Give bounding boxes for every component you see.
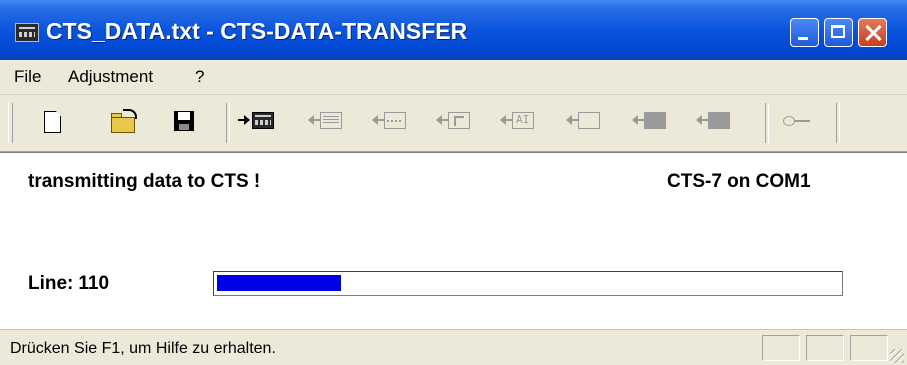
new-document-button[interactable] bbox=[36, 109, 68, 137]
receive-ai-button[interactable] bbox=[500, 109, 534, 137]
status-pane bbox=[806, 335, 844, 361]
toolbar-grip[interactable] bbox=[8, 103, 13, 143]
menu-help[interactable]: ? bbox=[195, 67, 204, 87]
maximize-button[interactable] bbox=[824, 18, 853, 47]
receive-signal-button[interactable] bbox=[372, 109, 406, 137]
open-file-button[interactable] bbox=[108, 109, 140, 137]
menu-bar: File Adjustment ? bbox=[0, 60, 907, 95]
menu-file[interactable]: File bbox=[14, 67, 41, 87]
key-button[interactable] bbox=[780, 109, 812, 137]
send-block-button[interactable] bbox=[632, 109, 666, 137]
transfer-panel: transmitting data to CTS ! CTS-7 on COM1… bbox=[0, 152, 907, 329]
status-bar-text: Drücken Sie F1, um Hilfe zu erhalten. bbox=[10, 340, 276, 357]
progress-bar bbox=[213, 271, 843, 296]
progress-fill bbox=[217, 275, 341, 291]
toolbar-separator bbox=[226, 103, 230, 143]
window-title: CTS_DATA.txt - CTS-DATA-TRANSFER bbox=[46, 18, 468, 44]
key-icon bbox=[783, 116, 810, 126]
receive-empty-button[interactable] bbox=[566, 109, 600, 137]
send-to-device-button[interactable] bbox=[238, 109, 274, 137]
toolbar-separator bbox=[765, 103, 769, 143]
line-label: Line: bbox=[28, 273, 74, 294]
receive-from-device-button[interactable] bbox=[308, 109, 342, 137]
title-bar[interactable]: CTS_DATA.txt - CTS-DATA-TRANSFER bbox=[0, 0, 907, 60]
save-disk-icon bbox=[174, 111, 194, 131]
app-window: CTS_DATA.txt - CTS-DATA-TRANSFER File Ad… bbox=[0, 0, 907, 365]
status-bar: Drücken Sie F1, um Hilfe zu erhalten. bbox=[0, 329, 907, 365]
line-counter: Line: 110 bbox=[28, 273, 109, 295]
close-button[interactable] bbox=[858, 18, 887, 47]
toolbar bbox=[0, 95, 907, 152]
minimize-button[interactable] bbox=[790, 18, 819, 47]
menu-adjustment[interactable]: Adjustment bbox=[68, 67, 153, 87]
device-info: CTS-7 on COM1 bbox=[667, 171, 811, 192]
send-block-2-button[interactable] bbox=[696, 109, 730, 137]
status-pane bbox=[850, 335, 888, 361]
toolbar-separator bbox=[836, 103, 840, 143]
status-pane bbox=[762, 335, 800, 361]
resize-grip[interactable] bbox=[890, 349, 904, 363]
app-icon[interactable] bbox=[15, 23, 39, 42]
new-document-icon bbox=[44, 111, 61, 133]
line-number: 110 bbox=[78, 273, 110, 294]
receive-cursor-button[interactable] bbox=[436, 109, 470, 137]
save-button[interactable] bbox=[168, 109, 200, 137]
transfer-status: transmitting data to CTS ! bbox=[28, 171, 261, 192]
